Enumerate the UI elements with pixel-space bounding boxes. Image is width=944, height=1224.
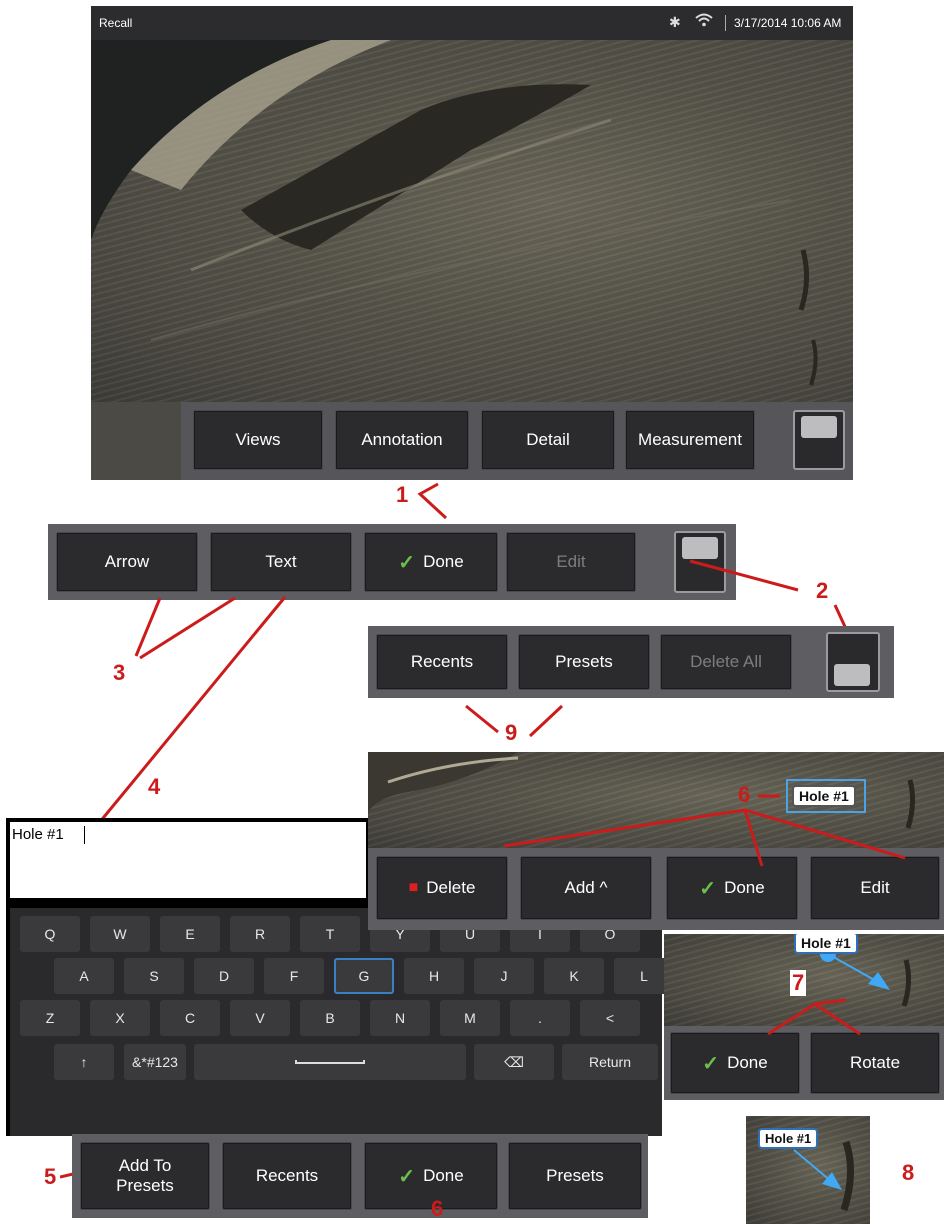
key-r[interactable]: R xyxy=(230,916,290,952)
space-key[interactable] xyxy=(194,1044,466,1080)
second-menu-bar: Recents Presets Delete All xyxy=(368,626,894,698)
thumbnail xyxy=(91,402,181,480)
bluetooth-icon: ✱ xyxy=(669,14,681,30)
check-icon: ✓ xyxy=(398,1165,416,1188)
key-b[interactable]: B xyxy=(300,1000,360,1036)
callout-8: 8 xyxy=(902,1160,915,1185)
status-bar: Recall ✱ 3/17/2014 10:06 AM xyxy=(91,6,853,40)
views-button[interactable]: Views xyxy=(193,410,323,470)
main-menu-bar: Views Annotation Detail Measurement xyxy=(91,402,853,480)
arrow-done-button[interactable]: ✓ Done xyxy=(670,1032,800,1094)
check-icon: ✓ xyxy=(702,1052,720,1075)
done-button[interactable]: ✓ Done xyxy=(364,532,498,592)
key-less-than[interactable]: < xyxy=(580,1000,640,1036)
top-screen: Recall ✱ 3/17/2014 10:06 AM Views Annota… xyxy=(91,6,853,480)
kb-recents-button[interactable]: Recents xyxy=(222,1142,352,1210)
backspace-key[interactable]: ⌫ xyxy=(474,1044,554,1080)
check-icon: ✓ xyxy=(398,551,416,574)
callout-5: 5 xyxy=(44,1164,57,1189)
menu-toggle[interactable] xyxy=(793,410,845,470)
datetime: 3/17/2014 10:06 AM xyxy=(734,16,842,30)
annotation-button[interactable]: Annotation xyxy=(335,410,469,470)
key-z[interactable]: Z xyxy=(20,1000,80,1036)
key-t[interactable]: T xyxy=(300,916,360,952)
callout-1: 1 xyxy=(396,482,409,507)
edit-button[interactable]: Edit xyxy=(506,532,636,592)
screen-title: Recall xyxy=(99,16,133,30)
key-s[interactable]: S xyxy=(124,958,184,994)
space-bar-glyph xyxy=(295,1060,365,1064)
arrow-hole-label[interactable]: Hole #1 xyxy=(794,934,858,954)
symbols-key[interactable]: &*#123 xyxy=(124,1044,186,1080)
callout-9: 9 xyxy=(505,720,518,745)
shift-key[interactable]: ↑ xyxy=(54,1044,114,1080)
delete-button[interactable]: ■ Delete xyxy=(376,856,508,920)
key-n[interactable]: N xyxy=(370,1000,430,1036)
callout-6-bottom: 6 xyxy=(431,1196,444,1221)
inspection-image xyxy=(91,40,853,402)
text-input-area[interactable]: Hole #1 xyxy=(10,822,366,898)
key-q[interactable]: Q xyxy=(20,916,80,952)
delete-all-button[interactable]: Delete All xyxy=(660,634,792,690)
callout-4: 4 xyxy=(148,774,161,799)
menu-toggle-down[interactable] xyxy=(826,632,880,692)
key-c[interactable]: C xyxy=(160,1000,220,1036)
key-x[interactable]: X xyxy=(90,1000,150,1036)
add-to-presets-button[interactable]: Add To Presets xyxy=(80,1142,210,1210)
status-divider xyxy=(725,15,726,31)
key-g[interactable]: G xyxy=(334,958,394,994)
key-v[interactable]: V xyxy=(230,1000,290,1036)
key-d[interactable]: D xyxy=(194,958,254,994)
key-w[interactable]: W xyxy=(90,916,150,952)
annotation-menu-bar: Arrow Text ✓ Done Edit xyxy=(48,524,736,600)
trash-icon: ■ xyxy=(408,879,419,896)
toggle-knob xyxy=(834,664,870,686)
key-m[interactable]: M xyxy=(440,1000,500,1036)
text-button[interactable]: Text xyxy=(210,532,352,592)
recents-button[interactable]: Recents xyxy=(376,634,508,690)
key-e[interactable]: E xyxy=(160,916,220,952)
key-k[interactable]: K xyxy=(544,958,604,994)
callout-2: 2 xyxy=(816,578,829,603)
keyboard-menu-bar: Add To Presets Recents ✓ Done Presets xyxy=(72,1134,648,1218)
key-h[interactable]: H xyxy=(404,958,464,994)
key-f[interactable]: F xyxy=(264,958,324,994)
return-key[interactable]: Return xyxy=(562,1044,658,1080)
text-input-value: Hole #1 xyxy=(12,826,64,843)
text-cursor xyxy=(84,826,85,844)
measurement-button[interactable]: Measurement xyxy=(625,410,755,470)
detail-button[interactable]: Detail xyxy=(481,410,615,470)
key-j[interactable]: J xyxy=(474,958,534,994)
key-period[interactable]: . xyxy=(510,1000,570,1036)
presets-button[interactable]: Presets xyxy=(518,634,650,690)
arrow-button[interactable]: Arrow xyxy=(56,532,198,592)
rotate-button[interactable]: Rotate xyxy=(810,1032,940,1094)
final-hole-label: Hole #1 xyxy=(758,1128,819,1149)
wifi-icon xyxy=(695,13,713,27)
final-label-image: Hole #1 xyxy=(746,1116,870,1224)
kb-presets-button[interactable]: Presets xyxy=(508,1142,642,1210)
toggle-knob xyxy=(801,416,837,438)
key-a[interactable]: A xyxy=(54,958,114,994)
